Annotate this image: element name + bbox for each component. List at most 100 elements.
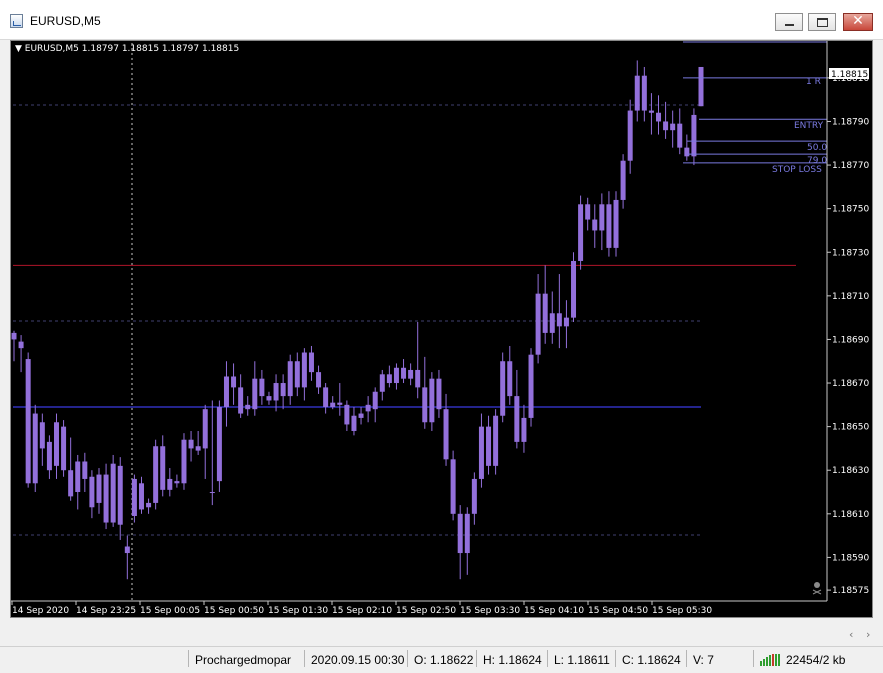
status-separator — [547, 650, 548, 667]
candle-body — [634, 75, 640, 111]
candle-body — [386, 374, 392, 384]
price-tick-label: 1.18770 — [832, 161, 869, 171]
candle-body — [153, 446, 159, 503]
candle-body — [478, 426, 484, 479]
time-tick-label: 15 Sep 01:30 — [268, 606, 328, 616]
candle-body — [96, 474, 102, 503]
candle-body — [684, 147, 690, 157]
candle-body — [174, 481, 180, 484]
candle-body — [330, 402, 336, 408]
price-tick-label: 1.18690 — [832, 335, 869, 345]
status-profile: Prochargedmopar — [195, 653, 292, 667]
candle-body — [202, 409, 208, 449]
candle-body — [627, 110, 633, 161]
chart-canvas[interactable]: 1 R ENTRY 50.0 79.0 STOP LOSS 1.188101.1… — [11, 41, 872, 617]
candle-body — [422, 387, 428, 423]
time-tick-label: 15 Sep 02:10 — [332, 606, 392, 616]
candle-body — [408, 369, 414, 379]
candle-body — [316, 372, 322, 388]
candle-body — [457, 513, 463, 554]
candle-body — [471, 478, 477, 514]
candle-body — [549, 313, 555, 333]
status-datetime: 2020.09.15 00:30 — [311, 653, 405, 667]
candle-body — [344, 404, 350, 425]
candle-body — [32, 413, 38, 484]
candle-body — [358, 413, 364, 418]
level-label-entry: ENTRY — [794, 121, 824, 131]
candle-body — [110, 463, 116, 523]
candle-body — [75, 461, 81, 493]
candle-body — [181, 439, 187, 484]
candle-body — [677, 123, 683, 148]
candle-body — [656, 112, 662, 122]
candle-body — [556, 313, 562, 327]
price-tick-label: 1.18610 — [832, 510, 869, 520]
status-separator — [407, 650, 408, 667]
candle-body — [89, 476, 95, 508]
trade-levels[interactable]: 1 R ENTRY 50.0 79.0 STOP LOSS — [683, 41, 827, 175]
price-tick-label: 1.18575 — [832, 586, 869, 596]
current-price-marker: 1.18815 — [829, 68, 869, 80]
candle-body — [39, 422, 45, 449]
scroll-left-icon[interactable]: ‹ — [849, 628, 853, 641]
candle-body — [507, 361, 513, 397]
time-tick-label: 14 Sep 23:25 — [76, 606, 136, 616]
candle-body — [188, 439, 194, 449]
candle-body — [393, 367, 399, 384]
title-bar[interactable]: EURUSD,M5 ✕ — [0, 0, 883, 40]
candle-body — [578, 204, 584, 261]
candle-body — [641, 75, 647, 111]
candle-body — [563, 317, 569, 327]
candle-body — [231, 376, 237, 388]
scroll-right-icon[interactable]: › — [866, 628, 870, 641]
candles — [11, 60, 704, 580]
chart-window-icon — [10, 14, 23, 28]
candle-body — [294, 361, 300, 388]
candle-body — [571, 260, 577, 318]
close-icon: ✕ — [852, 13, 864, 29]
candle-body — [103, 474, 109, 523]
candle-body — [131, 478, 137, 516]
candle-body — [599, 204, 605, 231]
time-tick-label: 15 Sep 02:50 — [396, 606, 456, 616]
candle-body — [337, 402, 343, 405]
horizontal-levels[interactable] — [13, 264, 796, 409]
candle-body — [528, 354, 534, 418]
close-button[interactable]: ✕ — [843, 13, 873, 31]
candle-body — [124, 546, 130, 554]
status-separator — [188, 650, 189, 667]
status-separator — [615, 650, 616, 667]
candle-body — [585, 204, 591, 220]
connection-bars-icon — [760, 654, 782, 666]
status-high: H: 1.18624 — [483, 653, 542, 667]
candle-body — [195, 446, 201, 451]
candle-body — [493, 415, 499, 466]
status-separator — [753, 650, 754, 667]
candle-body — [691, 114, 697, 157]
level-label-1r: 1 R — [806, 77, 821, 87]
time-tick-label: 15 Sep 03:30 — [460, 606, 520, 616]
minimize-button[interactable] — [775, 13, 803, 31]
price-tick-label: 1.18790 — [832, 117, 869, 127]
status-separator — [304, 650, 305, 667]
candle-body — [663, 121, 669, 131]
candle-body — [287, 361, 293, 397]
candle-body — [301, 352, 307, 388]
price-tick-label: 1.18750 — [832, 205, 869, 215]
terminal-window: EURUSD,M5 ✕ 1 R ENTRY 50.0 79.0 STOP LOS… — [0, 0, 883, 668]
price-chart[interactable]: 1 R ENTRY 50.0 79.0 STOP LOSS 1.188101.1… — [10, 40, 873, 618]
candle-body — [351, 415, 357, 431]
candle-body — [486, 426, 492, 466]
minimize-icon — [785, 24, 794, 26]
status-traffic: 22454/2 kb — [786, 653, 846, 667]
candle-body — [216, 407, 222, 482]
maximize-icon — [817, 18, 828, 27]
current-price-label: 1.18815 — [831, 70, 868, 80]
time-tick-label: 15 Sep 00:05 — [140, 606, 200, 616]
candle-body — [308, 352, 314, 373]
candle-body — [167, 478, 173, 490]
status-low: L: 1.18611 — [554, 653, 610, 667]
maximize-button[interactable] — [808, 13, 836, 31]
candle-body — [401, 367, 407, 379]
status-volume: V: 7 — [693, 653, 714, 667]
